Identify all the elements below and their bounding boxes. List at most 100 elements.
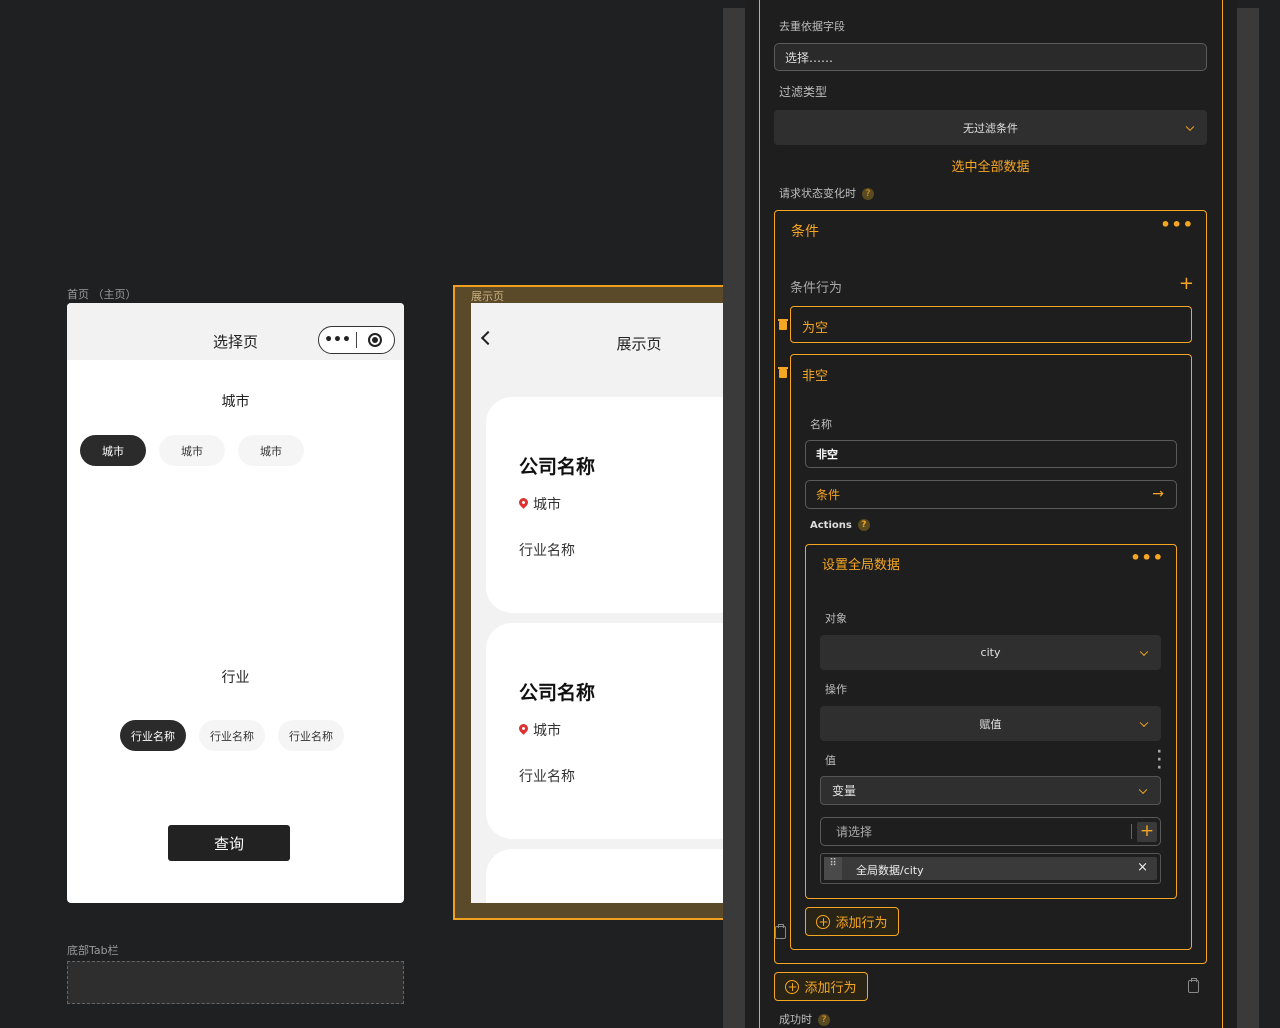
dedupe-select[interactable]: 选择……	[774, 43, 1207, 71]
value-tag-text: 全局数据/city	[856, 864, 924, 877]
object-value: city	[980, 646, 1001, 659]
close-icon[interactable]: ×	[1137, 860, 1148, 875]
industry-chip[interactable]: 行业名称	[278, 720, 344, 751]
plus-circle-icon: +	[816, 914, 831, 929]
add-action-button[interactable]: + 添加行为	[774, 972, 868, 1001]
clipboard-icon[interactable]	[1188, 978, 1199, 993]
operation-value: 赋值	[979, 717, 1002, 731]
card-city-text: 城市	[533, 723, 561, 739]
input-divider	[1131, 824, 1132, 839]
value-picker-input[interactable]: 请选择 +	[820, 817, 1161, 846]
help-icon[interactable]: ?	[857, 519, 870, 531]
actions-label: Actions?	[810, 519, 870, 531]
success-text: 成功时	[779, 1013, 812, 1026]
chevron-down-icon	[1139, 647, 1149, 656]
branch-not-empty: 非空 名称 非空 条件 → Actions? 设置全局数据 ••• 对象 cit…	[775, 354, 1192, 950]
value-type-select[interactable]: 变量	[820, 776, 1161, 805]
card-company-name: 公司名称	[519, 682, 596, 704]
display-page-caption: 展示页	[471, 290, 504, 303]
name-label: 名称	[810, 418, 832, 431]
success-label: 成功时?	[779, 1011, 830, 1027]
company-card[interactable]: 公司名称 城市 行业名称	[486, 623, 727, 839]
card-company-name: 公司名称	[519, 456, 596, 478]
condition-title: 条件	[791, 224, 819, 240]
home-nav-bar: 选择页 •••	[67, 303, 404, 360]
more-options-icon[interactable]: •••	[1130, 548, 1164, 567]
home-page-caption: 首页 （主页）	[67, 288, 137, 301]
object-label: 对象	[825, 612, 847, 625]
drag-handle-icon[interactable]: ⠿	[824, 857, 842, 880]
condition-link-field[interactable]: 条件 →	[805, 480, 1177, 509]
help-icon[interactable]: ?	[818, 1014, 830, 1026]
industry-chip[interactable]: 行业名称	[120, 720, 186, 751]
branch-empty[interactable]: 为空	[778, 306, 1192, 343]
card-city: 城市	[517, 494, 561, 514]
panel-left-gutter	[723, 8, 745, 1028]
card-city: 城市	[517, 720, 561, 740]
panel-scrollbar[interactable]	[1237, 8, 1259, 1028]
state-change-text: 请求状态变化时	[779, 187, 856, 200]
clipboard-icon[interactable]	[775, 924, 786, 939]
name-input[interactable]: 非空	[805, 440, 1177, 468]
city-chip[interactable]: 城市	[80, 435, 146, 466]
value-type: 变量	[832, 784, 857, 798]
query-button[interactable]: 查询	[168, 825, 290, 861]
mini-program-capsule[interactable]: •••	[318, 326, 395, 354]
action-title: 设置全局数据	[822, 558, 901, 573]
more-options-icon[interactable]: •••	[1160, 215, 1194, 234]
branch-empty-label: 为空	[802, 321, 829, 336]
trash-icon[interactable]	[778, 367, 788, 378]
dedupe-label: 去重依据字段	[779, 20, 845, 33]
city-chip[interactable]: 城市	[159, 435, 225, 466]
value-placeholder: 请选择	[836, 825, 873, 839]
city-chip[interactable]: 城市	[238, 435, 304, 466]
operation-select[interactable]: 赋值	[820, 706, 1161, 741]
card-industry: 行业名称	[519, 769, 575, 785]
add-value-icon[interactable]: +	[1137, 822, 1157, 842]
tabbar-placeholder[interactable]	[67, 961, 404, 1004]
branch-not-empty-label: 非空	[802, 369, 829, 384]
condition-behavior-label: 条件行为	[790, 281, 843, 296]
card-industry: 行业名称	[519, 543, 575, 559]
filter-value: 无过滤条件	[963, 121, 1018, 135]
card-city-text: 城市	[533, 497, 561, 513]
chevron-down-icon	[1139, 718, 1149, 727]
chevron-down-icon	[1138, 785, 1148, 794]
actions-text: Actions	[810, 520, 852, 531]
operation-label: 操作	[825, 683, 847, 696]
more-icon[interactable]: •••	[319, 333, 356, 347]
object-select[interactable]: city	[820, 635, 1161, 670]
chevron-down-icon	[1185, 122, 1195, 131]
tabbar-caption: 底部Tab栏	[67, 944, 119, 957]
value-tag[interactable]: ⠿ 全局数据/city ×	[824, 857, 1157, 880]
plus-circle-icon: +	[785, 979, 800, 994]
close-target-icon[interactable]	[357, 333, 394, 347]
display-page-frame[interactable]: 展示页 展示页 公司名称 城市 行业名称 公司名称 城市 行业名称	[453, 285, 727, 920]
location-pin-icon	[517, 495, 530, 509]
add-branch-icon[interactable]: +	[1179, 275, 1194, 293]
filter-select[interactable]: 无过滤条件	[774, 110, 1207, 145]
select-all-link[interactable]: 选中全部数据	[774, 156, 1207, 175]
arrow-right-icon[interactable]: →	[1152, 486, 1164, 502]
location-pin-icon	[517, 721, 530, 735]
home-page-phone[interactable]: 选择页 ••• 城市 城市 城市 城市 行业 行业名称 行业名称 行业名称 查询	[67, 303, 404, 903]
trash-icon[interactable]	[778, 319, 788, 330]
display-page-title: 展示页	[616, 335, 662, 353]
value-tag-row: ⠿ 全局数据/city ×	[820, 853, 1161, 884]
industry-chip[interactable]: 行业名称	[199, 720, 265, 751]
industry-section-title: 行业	[221, 670, 250, 686]
help-icon[interactable]: ?	[862, 188, 874, 200]
filter-label: 过滤类型	[779, 85, 828, 99]
display-page-phone: 展示页 公司名称 城市 行业名称 公司名称 城市 行业名称	[471, 303, 727, 903]
action-card: 设置全局数据 ••• 对象 city 操作 赋值 值 · · · 变量 请选择 …	[805, 544, 1177, 899]
state-change-label: 请求状态变化时?	[779, 185, 874, 201]
value-label: 值	[825, 754, 836, 767]
company-card[interactable]	[486, 849, 727, 903]
condition-link-label: 条件	[816, 488, 841, 502]
properties-panel: 去重依据字段 选择…… 过滤类型 无过滤条件 选中全部数据 请求状态变化时? 条…	[745, 0, 1237, 1028]
company-card[interactable]: 公司名称 城市 行业名称	[486, 397, 727, 613]
vertical-more-icon[interactable]: · · ·	[1157, 745, 1162, 775]
add-action-button[interactable]: + 添加行为	[805, 907, 899, 936]
city-section-title: 城市	[221, 394, 250, 410]
add-action-label: 添加行为	[835, 916, 888, 931]
